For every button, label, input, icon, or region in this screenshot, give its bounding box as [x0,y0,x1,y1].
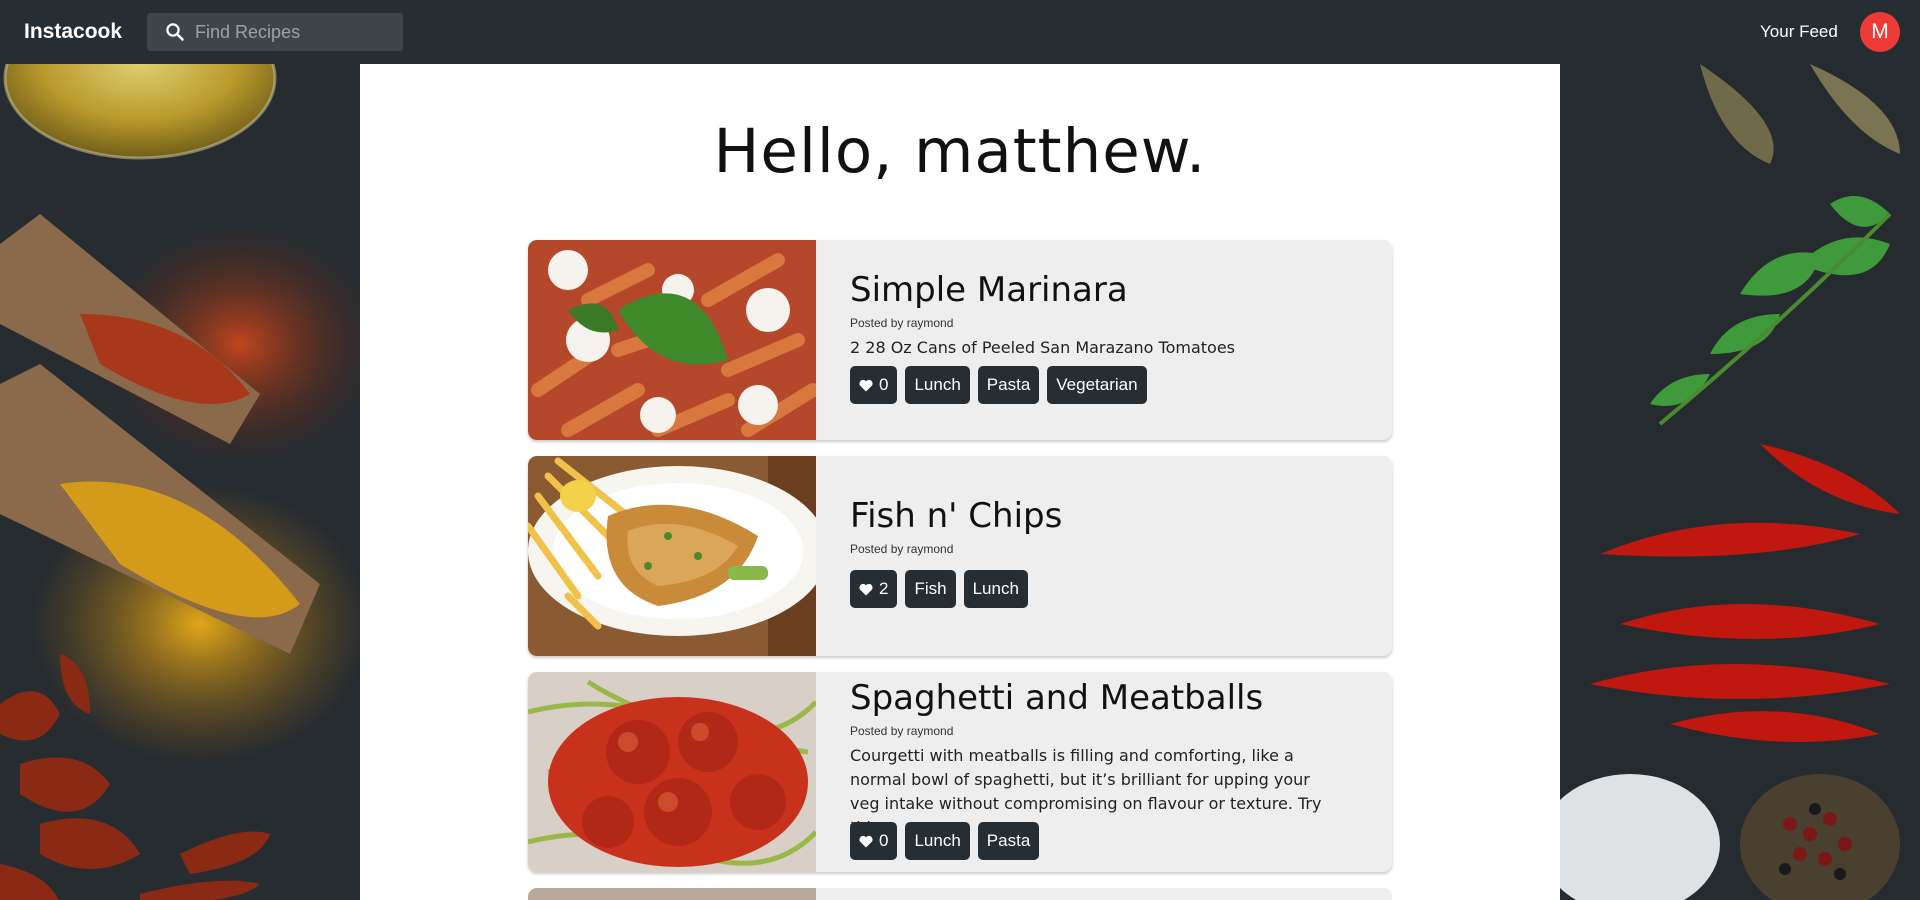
heart-icon [859,583,873,595]
recipe-tags: 0 Lunch Pasta [850,822,1040,860]
recipe-tags: 2 Fish Lunch [850,570,1028,608]
left-background-image [0,64,360,900]
recipe-image[interactable] [528,672,816,872]
recipe-card[interactable]: Spaghetti and Meatballs Posted by raymon… [528,672,1392,872]
search-input[interactable] [195,21,386,43]
recipe-title[interactable]: Fish n' Chips [850,496,1062,536]
tag-chip[interactable]: Vegetarian [1047,366,1147,404]
recipe-title[interactable]: Simple Marinara [850,270,1330,310]
recipe-author: Posted by raymond [850,542,954,556]
heart-icon [859,379,873,391]
search-icon [166,23,184,41]
tag-chip[interactable]: Pasta [977,822,1040,860]
recipe-tags: 0 Lunch Pasta Vegetarian [850,366,1147,404]
recipe-image[interactable] [528,888,816,900]
tag-chip[interactable]: Lunch [905,822,970,860]
recipe-card[interactable] [528,888,1392,900]
main-content: Hello, matthew. Simple Marinara Posted b… [360,64,1560,900]
recipe-author: Posted by raymond [850,316,954,330]
recipe-description: 2 28 Oz Cans of Peeled San Marazano Toma… [850,338,1236,357]
user-avatar[interactable]: M [1860,12,1900,52]
search-bar[interactable] [147,13,404,51]
recipe-card[interactable]: Simple Marinara Posted by raymond 2 28 O… [528,240,1392,440]
your-feed-link[interactable]: Your Feed [1760,22,1838,42]
like-button[interactable]: 0 [850,366,898,404]
heart-icon [859,835,873,847]
like-count: 2 [879,579,889,598]
like-button[interactable]: 2 [850,570,898,608]
recipe-card[interactable]: Fish n' Chips Posted by raymond 2 Fish L… [528,456,1392,656]
brand-logo[interactable]: Instacook [24,20,122,44]
like-button[interactable]: 0 [850,822,898,860]
recipe-author: Posted by raymond [850,724,954,738]
recipe-image[interactable] [528,456,816,656]
like-count: 0 [879,831,889,850]
page-greeting: Hello, matthew. [713,116,1207,187]
recipe-title[interactable]: Spaghetti and Meatballs [850,678,1330,718]
tag-chip[interactable]: Lunch [905,366,970,404]
recipe-image[interactable] [528,240,816,440]
tag-chip[interactable]: Lunch [963,570,1028,608]
top-navbar: Instacook Your Feed M [0,0,1920,64]
like-count: 0 [879,375,889,394]
tag-chip[interactable]: Pasta [977,366,1040,404]
right-background-image [1560,64,1920,900]
tag-chip[interactable]: Fish [905,570,956,608]
